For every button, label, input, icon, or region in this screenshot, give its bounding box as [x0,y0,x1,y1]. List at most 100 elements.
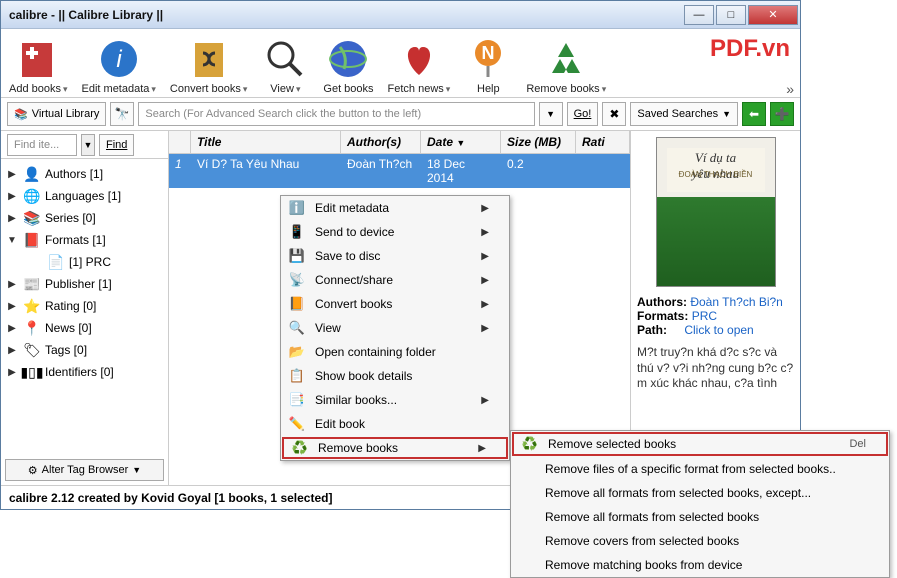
author-link[interactable]: Đoàn Th?ch Bi?n [690,295,783,309]
file-icon: 📄 [47,253,65,271]
help-button[interactable]: N Help [464,35,512,95]
convert-icon [185,35,233,83]
col-rating[interactable]: Rati [576,131,630,153]
col-title[interactable]: Title [191,131,341,153]
books-icon: 📚 [23,209,41,227]
menu-item[interactable]: ♻️Remove books▶ [282,437,508,459]
menu-item[interactable]: Remove all formats from selected books [511,505,889,529]
menu-item[interactable]: Remove files of a specific format from s… [511,457,889,481]
col-authors[interactable]: Author(s) [341,131,421,153]
submenu-arrow-icon: ▶ [481,299,489,310]
pin-icon: 📍 [23,319,41,337]
col-date[interactable]: Date ▼ [421,131,501,153]
maximize-button[interactable]: □ [716,5,746,25]
tag-row[interactable]: ▶⭐Rating [0] [1,295,168,317]
twisty-icon: ▶ [5,367,19,378]
watermark: PDF.vn [710,35,790,63]
virtual-library-button[interactable]: 📚 Virtual Library [7,102,106,126]
find-dd-icon[interactable]: ▼ [81,134,95,156]
minimize-button[interactable]: — [684,5,714,25]
go-button[interactable]: Go! [567,102,599,126]
add-books-button[interactable]: Add books▾ [9,35,68,95]
add-saved-icon[interactable]: ⬅ [742,102,766,126]
menu-item[interactable]: Remove all formats from selected books, … [511,481,889,505]
tag-row[interactable]: ▼📕Formats [1] [1,229,168,251]
menu-item[interactable]: 📙Convert books▶ [281,292,509,316]
tag-label: Languages [1] [45,189,121,203]
col-size[interactable]: Size (MB) [501,131,576,153]
menu-item[interactable]: ℹ️Edit metadata▶ [281,196,509,220]
menu-item[interactable]: 📱Send to device▶ [281,220,509,244]
find-button[interactable]: Find [99,134,134,156]
tag-row[interactable]: ▶👤Authors [1] [1,163,168,185]
menu-item[interactable]: 💾Save to disc▶ [281,244,509,268]
find-input[interactable]: Find ite... [7,134,77,156]
tag-row[interactable]: ▶📍News [0] [1,317,168,339]
menu-item[interactable]: 🔍View▶ [281,316,509,340]
tag-label: [1] PRC [69,255,111,269]
shortcut-label: Del [849,438,866,450]
search-toolbar: 📚 Virtual Library 🔭 Search (For Advanced… [1,98,800,131]
remove-icon: ♻️ [520,434,540,454]
menu-item[interactable]: Remove matching books from device [511,553,889,577]
twisty-icon: ▶ [5,279,19,290]
tag-tree: ▶👤Authors [1]▶🌐Languages [1]▶📚Series [0]… [1,159,168,455]
path-link[interactable]: Click to open [684,323,753,337]
search-dd-icon[interactable]: ▼ [539,102,563,126]
submenu-arrow-icon: ▶ [481,203,489,214]
remove-icon: ♻️ [290,438,310,458]
blank-icon [517,459,537,479]
book-row[interactable]: 1 Ví D? Ta Yêu Nhau Đoàn Th?ch 18 Dec 20… [169,154,630,188]
fetch-news-button[interactable]: Fetch news▾ [388,35,451,95]
tag-row[interactable]: ▶🏷Tags [0] [1,339,168,361]
tag-label: Series [0] [45,211,96,225]
book-context-menu: ℹ️Edit metadata▶📱Send to device▶💾Save to… [280,195,510,461]
alter-tag-browser-button[interactable]: ⚙ Alter Tag Browser ▼ [5,459,164,481]
window-title: calibre - || Calibre Library || [9,8,682,22]
author-icon: 👤 [23,165,41,183]
get-books-button[interactable]: Get books [323,35,373,95]
news-icon: 📰 [23,275,41,293]
submenu-arrow-icon: ▶ [478,443,486,454]
convert-books-button[interactable]: Convert books▾ [170,35,247,95]
remove-books-button[interactable]: Remove books▾ [526,35,606,95]
format-link[interactable]: PRC [692,309,717,323]
close-button[interactable]: ✕ [748,5,798,25]
tag-row[interactable]: ▶ 📰 Publisher [1] [1,273,168,295]
menu-item[interactable]: ✏️Edit book [281,412,509,436]
menu-item[interactable]: 📂Open containing folder [281,340,509,364]
menu-item[interactable]: 📋Show book details [281,364,509,388]
main-toolbar: Add books▾ i Edit metadata▾ Convert book… [1,29,800,98]
convert-icon: 📙 [287,294,307,314]
tag-browser: Find ite... ▼ Find ▶👤Authors [1]▶🌐Langua… [1,131,169,485]
blank-icon [517,507,537,527]
twisty-icon: ▶ [5,301,19,312]
twisty-icon: ▶ [5,213,19,224]
search-input[interactable]: Search (For Advanced Search click the bu… [138,102,534,126]
saved-searches-button[interactable]: Saved Searches▼ [630,102,738,126]
tag-label: Publisher [1] [45,277,112,291]
save-search-icon[interactable]: ➕ [770,102,794,126]
tag-row[interactable]: 📄 [1] PRC [1,251,168,273]
book-description: M?t truy?n khá d?c s?c và thú v? v?i nh?… [637,345,794,392]
twisty-icon: ▶ [5,169,19,180]
book-cover[interactable]: Ví dụ ta yêu nhau ĐOÀN THẠCH BIỀN [656,137,776,287]
column-headers: Title Author(s) Date ▼ Size (MB) Rati [169,131,630,154]
view-button[interactable]: View▾ [261,35,309,95]
menu-item[interactable]: 📑Similar books...▶ [281,388,509,412]
twisty-icon: ▶ [5,345,19,356]
tag-row[interactable]: ▶ 📚 Series [0] [1,207,168,229]
menu-item[interactable]: 📡Connect/share▶ [281,268,509,292]
tag-row[interactable]: ▶▮▯▮Identifiers [0] [1,361,168,383]
menu-item[interactable]: ♻️Remove selected booksDel [514,434,886,454]
tag-row[interactable]: ▶🌐Languages [1] [1,185,168,207]
blank-icon [517,483,537,503]
clear-search-icon[interactable]: ✖ [602,102,626,126]
gear-icon: ⚙ [28,464,38,477]
toolbar-overflow-icon[interactable]: » [786,81,794,97]
submenu-arrow-icon: ▶ [481,251,489,262]
menu-item[interactable]: Remove covers from selected books [511,529,889,553]
magnifier-icon [261,35,309,83]
edit-metadata-button[interactable]: i Edit metadata▾ [82,35,156,95]
binoculars-icon[interactable]: 🔭 [110,102,134,126]
